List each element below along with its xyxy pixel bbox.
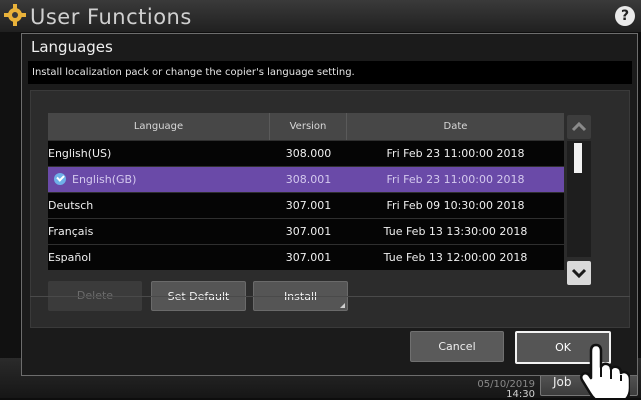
column-header-version: Version [270,113,347,140]
row-language: Français [48,225,94,238]
dialog-title: Languages [31,38,113,56]
row-date: Tue Feb 13 12:00:00 2018 [383,251,528,264]
submenu-indicator-icon [340,303,345,308]
row-version: 307.001 [285,225,332,238]
languages-dialog: Languages Install localization pack or c… [21,33,638,376]
gear-icon [4,4,26,26]
row-version: 307.001 [285,251,332,264]
table-row[interactable]: English(US) 308.000 Fri Feb 23 11:00:00 … [48,140,564,166]
divider [30,296,630,297]
row-language: English(GB) [72,173,137,186]
help-icon[interactable]: ? [615,6,635,26]
clock-time: 14:30 [506,389,535,400]
chevron-up-icon [571,121,587,132]
table-row[interactable]: Français 307.001 Tue Feb 13 13:30:00 201… [48,218,564,244]
table-row[interactable]: Español 307.001 Tue Feb 13 12:00:00 2018 [48,244,564,270]
check-icon [54,173,66,185]
row-version: 308.001 [285,173,332,186]
row-language: English(US) [48,147,112,160]
job-status-label: Job [553,375,572,389]
app-header: User Functions ? [0,0,641,32]
row-version: 307.001 [285,199,332,212]
language-panel: Language Version Date English(US) 308.00… [30,90,630,328]
hand-pointer-icon [579,343,630,398]
instruction-text: Install localization pack or change the … [28,61,632,84]
clock: 05/10/2019 14:30 [455,380,535,400]
column-header-language: Language [48,113,270,140]
scroll-up-button[interactable] [567,115,591,139]
table-row[interactable]: Deutsch 307.001 Fri Feb 09 10:30:00 2018 [48,192,564,218]
clock-date: 05/10/2019 [477,379,535,390]
scroll-down-button[interactable] [567,261,591,285]
row-date: Fri Feb 23 11:00:00 2018 [386,173,525,186]
row-date: Fri Feb 23 11:00:00 2018 [386,147,525,160]
row-date: Fri Feb 09 10:30:00 2018 [386,199,525,212]
table-row-selected[interactable]: English(GB) 308.001 Fri Feb 23 11:00:00 … [48,166,564,192]
app-side-panel [0,32,20,372]
row-language: Deutsch [48,199,94,212]
column-header-date: Date [443,121,468,132]
row-date: Tue Feb 13 13:30:00 2018 [383,225,528,238]
chevron-down-icon [571,268,587,279]
app-title: User Functions [30,5,192,29]
language-table: Language Version Date English(US) 308.00… [48,113,564,270]
cancel-button[interactable]: Cancel [410,331,504,362]
scrollbar-thumb[interactable] [574,143,582,173]
row-version: 308.000 [285,147,332,160]
row-language: Español [48,251,92,264]
row-language-cell: English(GB) [48,167,270,192]
table-header: Language Version Date [48,113,564,140]
